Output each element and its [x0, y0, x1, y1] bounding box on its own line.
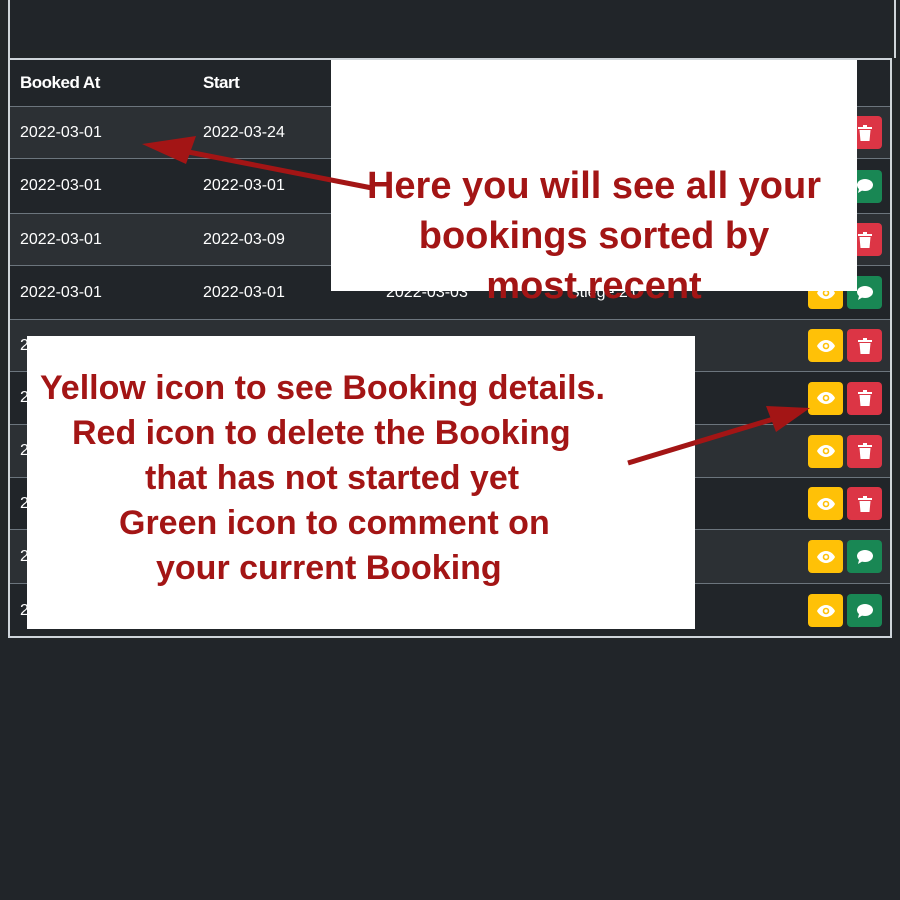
view-booking-button[interactable] — [808, 329, 843, 362]
callout-line-0: Here you will see all your — [366, 165, 822, 207]
view-booking-button[interactable] — [808, 540, 843, 573]
comment-booking-button[interactable] — [847, 540, 882, 573]
cell-actions — [789, 371, 890, 425]
view-booking-button[interactable] — [808, 487, 843, 520]
legend-line-green: Green icon to comment on — [119, 504, 550, 542]
view-booking-button[interactable] — [808, 434, 843, 468]
cell-booked-at: 2022-03-01 — [10, 213, 193, 266]
cell-actions — [789, 319, 890, 372]
view-booking-button[interactable] — [808, 594, 843, 628]
cell-booked-at: 2022-03-01 — [10, 265, 193, 320]
header-booked-at: Booked At — [20, 73, 100, 92]
comment-booking-button[interactable] — [847, 594, 882, 628]
cell-booked-at: 2022-03-01 — [10, 106, 193, 159]
legend-line-red: Red icon to delete the Booking — [72, 414, 571, 452]
legend-line-not-started: that has not started yet — [145, 459, 520, 497]
legend-line-current: your current Booking — [156, 549, 502, 587]
view-booking-button[interactable] — [808, 381, 843, 415]
cell-actions — [789, 529, 890, 584]
legend-line-yellow: Yellow icon to see Booking details. — [40, 369, 605, 407]
empty-page-area — [0, 638, 900, 900]
cell-actions — [789, 477, 890, 530]
callout-sorted-bookings: Here you will see all your bookings sorte… — [331, 60, 857, 307]
delete-booking-button[interactable] — [847, 487, 882, 520]
callout-line-1: bookings sorted by — [418, 215, 770, 257]
callout-line-2: most recent — [486, 265, 702, 307]
delete-booking-button[interactable] — [847, 434, 882, 468]
delete-booking-button[interactable] — [847, 329, 882, 362]
callout-icon-legend: Yellow icon to see Booking details. Red … — [27, 336, 695, 629]
cell-actions — [789, 583, 890, 636]
cell-actions — [789, 424, 890, 478]
cell-booked-at: 2022-03-01 — [10, 158, 193, 214]
top-bar — [8, 0, 896, 58]
delete-booking-button[interactable] — [847, 381, 882, 415]
